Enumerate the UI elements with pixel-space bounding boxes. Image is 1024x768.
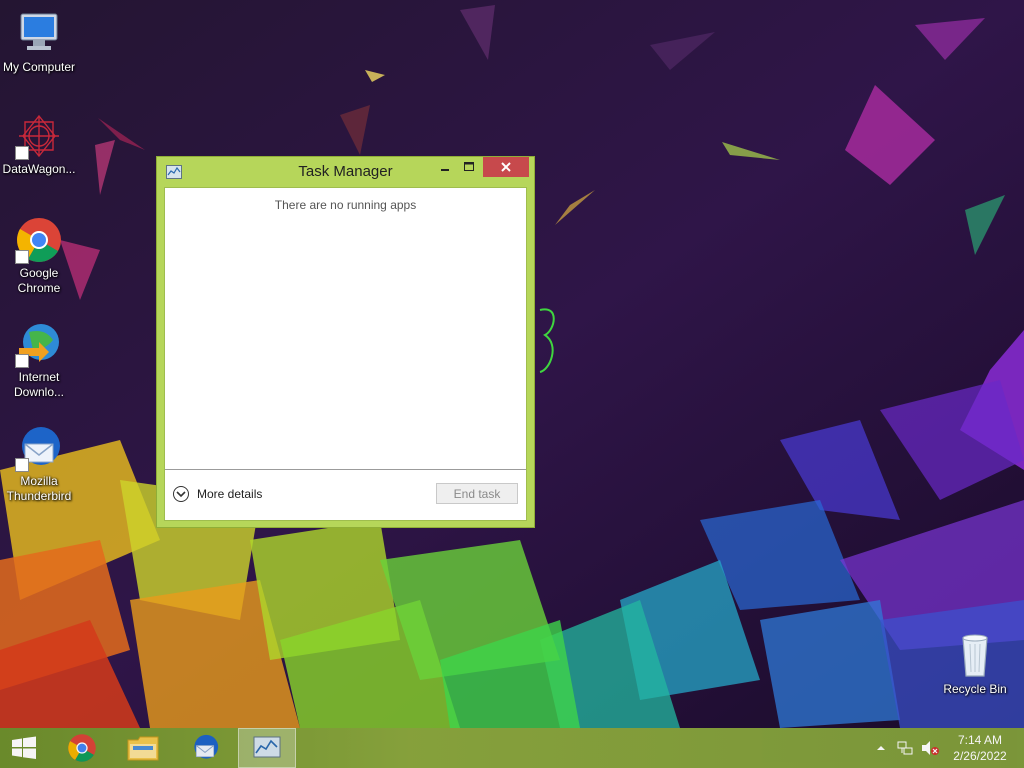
volume-muted-icon — [922, 741, 939, 755]
minimize-button[interactable] — [433, 157, 457, 177]
task-manager-icon — [253, 736, 281, 758]
more-details-button[interactable]: More details — [173, 484, 262, 504]
taskbar-chrome[interactable] — [58, 728, 106, 768]
close-icon — [501, 162, 511, 172]
folder-icon — [127, 736, 159, 761]
desktop-icon-internet-download-manager[interactable]: Internet Downlo... — [0, 320, 78, 400]
task-manager-footer: More details End task — [165, 469, 526, 520]
desktop-icon-label: Mozilla Thunderbird — [6, 474, 72, 503]
maximize-button[interactable] — [457, 157, 481, 177]
end-task-button[interactable]: End task — [436, 483, 518, 504]
task-manager-window[interactable]: Task Manager There are no running apps M… — [156, 156, 535, 528]
minimize-icon — [441, 169, 449, 171]
shortcut-arrow-icon — [15, 250, 29, 264]
taskbar: 7:14 AM 2/26/2022 — [0, 728, 1024, 768]
start-button[interactable] — [0, 728, 48, 768]
close-button[interactable] — [483, 157, 529, 177]
clock-date: 2/26/2022 — [953, 749, 1007, 763]
volume-tray-button[interactable] — [918, 728, 942, 768]
clock-time: 7:14 AM — [957, 733, 1003, 747]
chevron-up-icon — [877, 746, 885, 750]
end-task-label: End task — [453, 486, 501, 501]
taskbar-file-explorer[interactable] — [119, 728, 167, 768]
windows-logo-icon — [12, 736, 36, 759]
chrome-icon — [68, 734, 96, 762]
desktop-icon-label: Google Chrome — [17, 266, 61, 295]
maximize-icon — [464, 162, 474, 171]
thunderbird-icon — [15, 424, 63, 472]
desktop-icon-mozilla-thunderbird[interactable]: Mozilla Thunderbird — [0, 424, 78, 504]
desktop-icon-label: Recycle Bin — [943, 682, 1007, 696]
network-icon — [897, 741, 913, 755]
idm-icon — [15, 320, 63, 368]
show-hidden-icons-button[interactable] — [872, 728, 890, 768]
desktop-icon-label: DataWagon... — [2, 162, 76, 176]
datawagon-icon — [15, 112, 63, 160]
no-running-apps-message: There are no running apps — [274, 198, 417, 212]
system-clock[interactable]: 7:14 AM 2/26/2022 — [940, 732, 1020, 764]
network-tray-button[interactable] — [894, 728, 916, 768]
desktop-icon-datawagon[interactable]: DataWagon... — [0, 112, 78, 177]
desktop-icon-google-chrome[interactable]: Google Chrome — [0, 216, 78, 296]
taskbar-task-manager[interactable] — [238, 728, 296, 768]
desktop-icon-recycle-bin[interactable]: Recycle Bin — [936, 632, 1014, 697]
chevron-down-icon — [173, 486, 189, 502]
title-bar[interactable]: Task Manager — [157, 157, 534, 187]
desktop-icon-label: My Computer — [2, 60, 76, 74]
computer-icon — [15, 10, 63, 58]
chrome-icon — [15, 216, 63, 264]
desktop-icon-my-computer[interactable]: My Computer — [0, 10, 78, 75]
desktop-icon-label: Internet Downlo... — [13, 370, 65, 399]
task-manager-content: There are no running apps More details E… — [164, 187, 527, 521]
taskbar-thunderbird[interactable] — [181, 728, 229, 768]
shortcut-arrow-icon — [15, 458, 29, 472]
recycle-bin-icon — [951, 632, 999, 680]
thunderbird-icon — [194, 734, 219, 759]
shortcut-arrow-icon — [15, 354, 29, 368]
more-details-label: More details — [197, 487, 263, 501]
shortcut-arrow-icon — [15, 146, 29, 160]
